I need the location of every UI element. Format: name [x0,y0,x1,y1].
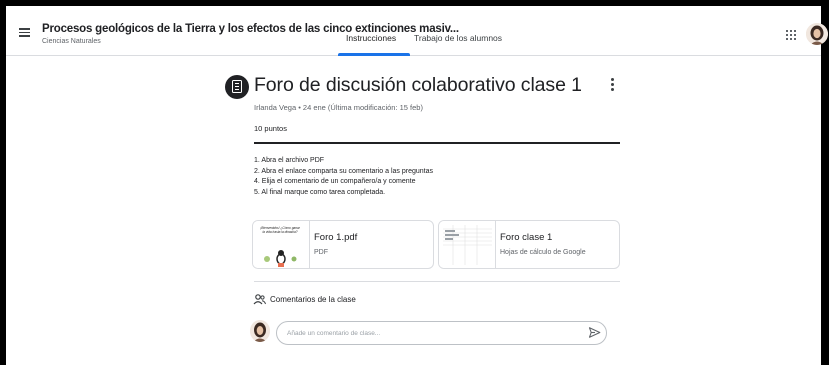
instructions-list: 1. Abra el archivo PDF 2. Abra el enlace… [254,156,433,198]
course-section: Ciencias Naturales [42,38,101,45]
spreadsheet-thumbnail [439,221,496,268]
tab-trabajo-alumnos[interactable]: Trabajo de los alumnos [414,33,502,43]
assignment-icon [225,75,249,99]
attachment-type: Hojas de cálculo de Google [500,249,586,256]
more-options-icon[interactable] [610,78,616,92]
send-icon[interactable] [588,326,601,339]
attachment-card-sheet[interactable]: Foro clase 1 Hojas de cálculo de Google [438,220,620,269]
divider [254,281,620,282]
user-avatar [250,320,270,342]
post-meta: Irlanda Vega • 24 ene (Última modificaci… [254,103,423,112]
tab-instrucciones[interactable]: Instrucciones [346,33,396,43]
attachment-title: Foro clase 1 [500,232,553,243]
post-title: Foro de discusión colaborativo clase 1 [254,74,582,96]
people-icon [253,293,266,306]
pdf-thumbnail: ¡Bienvenidos! ¿Cómo ganar la vida hasta … [253,221,310,268]
instruction-item: 1. Abra el archivo PDF [254,157,325,164]
apps-grid-icon[interactable] [786,30,797,41]
post-points: 10 puntos [254,124,287,133]
course-title[interactable]: Procesos geológicos de la Tierra y los e… [42,23,459,35]
instruction-item: 4. Elija el comentario de un compañero/a… [254,178,416,186]
instruction-item: 5. Al final marque como tarea completada… [254,188,386,196]
attachment-card-pdf[interactable]: ¡Bienvenidos! ¿Cómo ganar la vida hasta … [252,220,434,269]
class-comment-input[interactable] [276,321,607,345]
top-app-bar: Procesos geológicos de la Tierra y los e… [6,6,828,56]
account-avatar[interactable] [806,23,828,45]
class-comments-label: Comentarios de la clase [270,295,356,304]
instruction-item: 2. Abra el enlace comparta su comentario… [254,167,433,175]
divider [254,142,620,144]
attachment-type: PDF [314,249,328,256]
tab-selected-indicator [338,53,410,56]
attachment-title: Foro 1.pdf [314,232,358,243]
menu-icon[interactable] [19,28,30,37]
